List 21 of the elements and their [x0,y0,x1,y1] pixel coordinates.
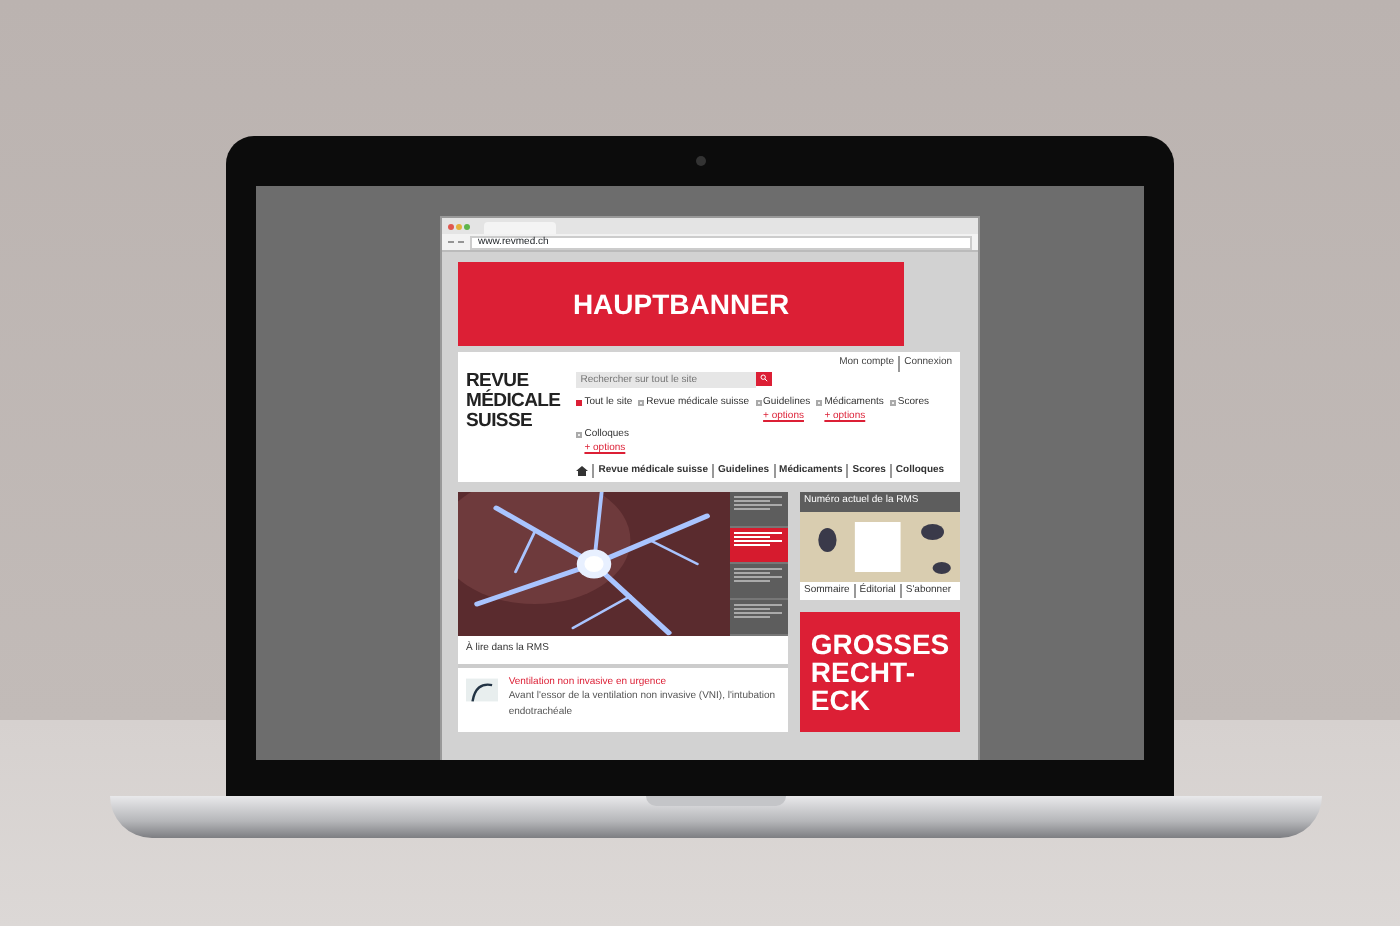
radio-button[interactable] [816,399,823,406]
search-icon [760,374,769,382]
article-thumbnail[interactable] [466,675,499,703]
radio-button[interactable] [889,399,896,406]
minimize-icon[interactable] [456,223,462,229]
home-icon[interactable] [576,465,589,476]
banner-ad[interactable]: HAUPTBANNER [458,262,904,346]
teaser-item[interactable] [730,600,788,636]
site-logo[interactable]: REVUE MÉDICALE SUISSE [466,371,561,478]
teaser-item[interactable] [730,528,788,564]
teaser-item[interactable] [730,564,788,600]
radio-button[interactable] [576,399,583,406]
search-button[interactable] [756,371,773,385]
maximize-icon[interactable] [464,223,470,229]
journal-cover[interactable] [800,511,960,581]
rectangle-ad[interactable]: GROSSES RECHT- ECK [800,612,960,732]
radio-button[interactable] [638,399,645,406]
radio-button[interactable] [755,399,762,406]
camera-icon [695,156,705,166]
close-icon[interactable] [448,223,454,229]
radio-button[interactable] [576,431,583,438]
